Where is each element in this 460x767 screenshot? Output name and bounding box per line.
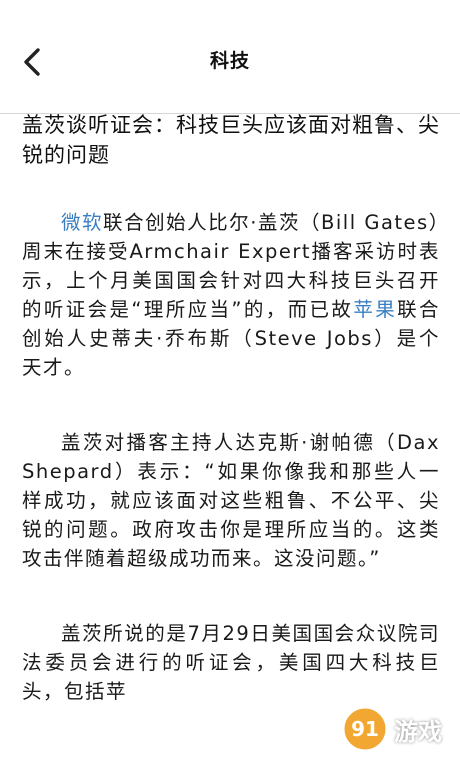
site-watermark: 91 游戏	[340, 699, 452, 759]
article-page: 科技 盖茨谈听证会：科技巨头应该面对粗鲁、尖锐的问题 微软联合创始人比尔·盖茨（…	[0, 0, 460, 767]
game-logo-icon: 91	[341, 705, 389, 753]
article-body: 盖茨谈听证会：科技巨头应该面对粗鲁、尖锐的问题 微软联合创始人比尔·盖茨（Bil…	[22, 110, 440, 706]
watermark-text: 游戏	[394, 717, 442, 746]
article-title: 盖茨谈听证会：科技巨头应该面对粗鲁、尖锐的问题	[22, 113, 440, 167]
paragraph-1: 微软联合创始人比尔·盖茨（Bill Gates）周末在接受Armchair Ex…	[22, 208, 440, 382]
paragraph-3: 盖茨所说的是7月29日美国国会众议院司法委员会进行的听证会，美国四大科技巨头，包…	[22, 622, 440, 703]
paragraph-2: 盖茨对播客主持人达克斯·谢帕德（Dax Shepard）表示：“如果你像我和那些…	[22, 431, 440, 570]
link-apple[interactable]: 苹果	[353, 298, 397, 321]
svg-text:91: 91	[351, 717, 379, 741]
link-microsoft[interactable]: 微软	[61, 211, 103, 234]
nav-header: 科技	[0, 0, 460, 114]
page-title: 科技	[209, 50, 250, 72]
